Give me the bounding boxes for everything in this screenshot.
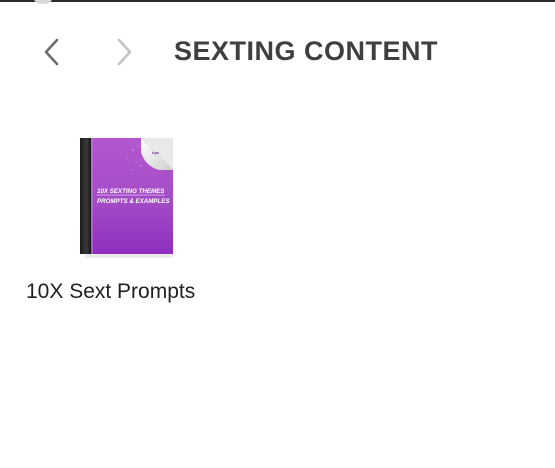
svg-text:tips: tips bbox=[152, 150, 160, 155]
forward-button[interactable] bbox=[110, 32, 138, 72]
window-top-border bbox=[0, 0, 555, 2]
toolbar: SEXTING CONTENT bbox=[0, 30, 555, 76]
window-top-notch bbox=[34, 0, 52, 4]
file-item[interactable]: tips 10X SEXTING THEMES PROMPTS & EXAMPL… bbox=[20, 130, 234, 310]
folder-title: SEXTING CONTENT bbox=[174, 36, 439, 66]
cover-title-line-2: PROMPTS & EXAMPLES bbox=[97, 198, 170, 205]
file-name-label: 10X Sext Prompts bbox=[26, 280, 196, 303]
ebook-document-icon: tips 10X SEXTING THEMES PROMPTS & EXAMPL… bbox=[80, 138, 173, 258]
chevron-right-icon bbox=[117, 38, 132, 66]
back-button[interactable] bbox=[38, 32, 66, 72]
cover-title-line-1: 10X SEXTING THEMES bbox=[97, 188, 165, 195]
chevron-left-icon bbox=[44, 38, 59, 66]
finder-window: SEXTING CONTENT tips 10X SEXTING THEMES … bbox=[0, 0, 555, 468]
